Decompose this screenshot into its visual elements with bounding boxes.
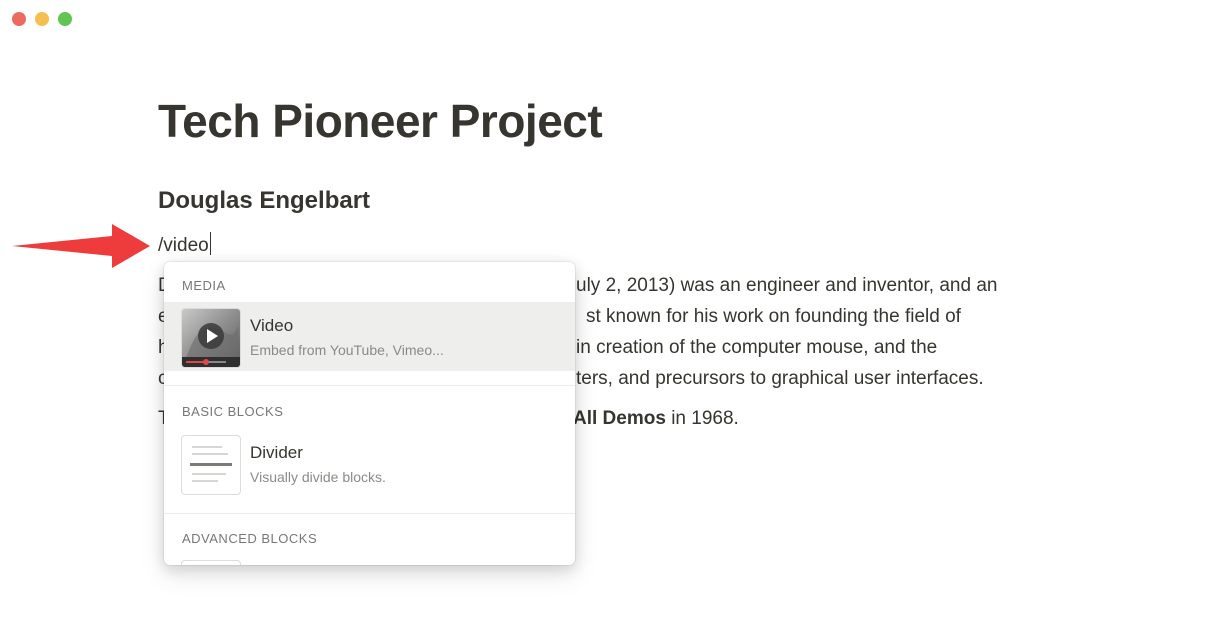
menu-item-title: Divider (250, 443, 303, 462)
menu-item-description: Visually divide blocks. (250, 469, 386, 485)
app-window: Tech Pioneer Project Douglas Engelbart /… (0, 0, 1206, 638)
video-thumbnail-icon (181, 308, 241, 368)
body-text-fragment: in 1968. (665, 408, 739, 429)
slash-command-text: /video (158, 235, 209, 256)
bold-text-fragment: All Demos (573, 408, 666, 429)
menu-section-label-media: MEDIA (182, 278, 226, 293)
menu-item-title: Video (250, 316, 294, 335)
menu-item-divider[interactable]: Divider Visually divide blocks. (164, 429, 575, 498)
body-text-fragment: in creation of the computer mouse, and t… (576, 337, 938, 358)
minimize-window-button[interactable] (35, 12, 49, 26)
menu-section-label-advanced-blocks: ADVANCED BLOCKS (182, 531, 318, 546)
advanced-block-thumbnail-partial (181, 560, 241, 565)
page-title[interactable]: Tech Pioneer Project (158, 94, 603, 148)
divider-thumbnail-icon (181, 435, 241, 495)
window-controls (12, 12, 72, 26)
body-text-fragment: uly 2, 2013) was an engineer and invento… (576, 275, 998, 296)
menu-divider (164, 385, 575, 386)
menu-section-label-basic-blocks: BASIC BLOCKS (182, 404, 284, 419)
section-heading[interactable]: Douglas Engelbart (158, 187, 370, 215)
slash-command-menu: MEDIA Video Embed from YouTube, Vimeo...… (164, 262, 575, 565)
slash-command-input[interactable]: /video (158, 232, 211, 257)
menu-divider (164, 513, 575, 514)
text-caret (209, 232, 211, 255)
menu-item-video[interactable]: Video Embed from YouTube, Vimeo... (164, 302, 575, 371)
red-arrow-icon (12, 224, 150, 268)
body-text-fragment: ters, and precursors to graphical user i… (576, 368, 984, 389)
zoom-window-button[interactable] (58, 12, 72, 26)
menu-item-description: Embed from YouTube, Vimeo... (250, 342, 444, 358)
close-window-button[interactable] (12, 12, 26, 26)
body-text-fragment: st known for his work on founding the fi… (586, 306, 961, 327)
